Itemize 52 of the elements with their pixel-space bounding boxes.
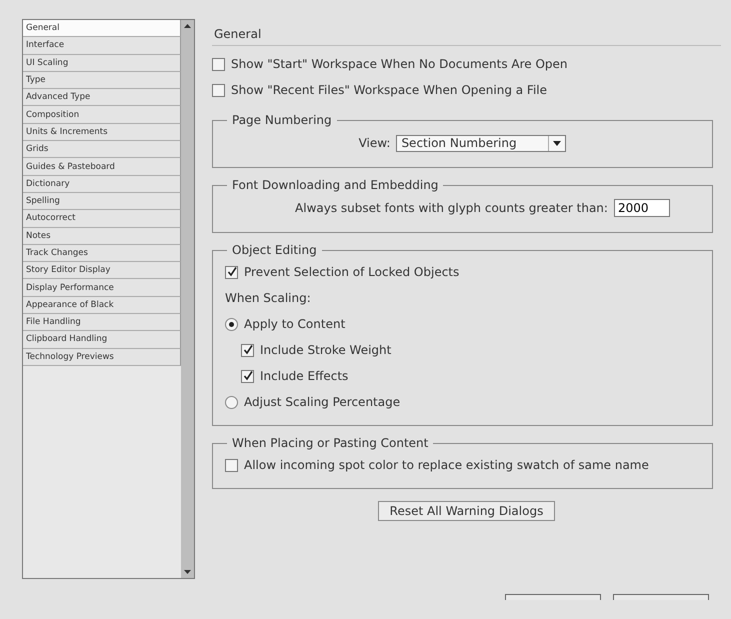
category-item[interactable]: Technology Previews: [23, 348, 181, 366]
checkbox[interactable]: [212, 84, 225, 96]
checkbox[interactable]: [241, 344, 254, 356]
category-item[interactable]: Dictionary: [23, 176, 181, 193]
group-title: When Placing or Pasting Content: [231, 436, 430, 450]
dialog-button[interactable]: [505, 594, 601, 600]
scroll-up-icon[interactable]: [184, 24, 191, 28]
checkbox[interactable]: [241, 370, 254, 382]
checkbox-label: Allow incoming spot color to replace existing swatch of same name: [244, 458, 649, 472]
category-item[interactable]: File Handling: [23, 314, 181, 332]
category-item[interactable]: General: [23, 20, 181, 38]
category-item[interactable]: Autocorrect: [23, 210, 181, 228]
category-item[interactable]: Guides & Pasteboard: [23, 158, 181, 176]
radio-button[interactable]: [225, 318, 238, 330]
reset-button[interactable]: Reset All Warning Dialogs: [378, 501, 556, 521]
category-item[interactable]: Type: [23, 72, 181, 90]
group-title: Page Numbering: [231, 113, 333, 127]
category-item[interactable]: UI Scaling: [23, 54, 181, 72]
checkbox-label: Include Effects: [260, 369, 348, 383]
category-item[interactable]: Story Editor Display: [23, 262, 181, 280]
category-item[interactable]: Appearance of Black: [23, 296, 181, 314]
category-item[interactable]: Units & Increments: [23, 124, 181, 142]
radio-button[interactable]: [225, 396, 238, 408]
group-title: Font Downloading and Embedding: [231, 178, 440, 192]
checkbox-label: Show "Recent Files" Workspace When Opening a File: [231, 83, 548, 97]
scrollbar[interactable]: [181, 20, 194, 578]
checkbox-label: Prevent Selection of Locked Objects: [244, 265, 460, 279]
category-item[interactable]: Spelling: [23, 192, 181, 210]
category-item[interactable]: Notes: [23, 228, 181, 245]
field-label: View:: [358, 136, 390, 150]
scroll-down-icon[interactable]: [184, 570, 191, 574]
radio-label: Adjust Scaling Percentage: [244, 395, 400, 409]
checkbox-label: Include Stroke Weight: [260, 343, 392, 357]
page-title: General: [212, 19, 721, 46]
number-field[interactable]: 2000: [614, 199, 670, 217]
category-item[interactable]: Composition: [23, 106, 181, 124]
category-item[interactable]: Clipboard Handling: [23, 331, 181, 349]
category-item[interactable]: Display Performance: [23, 279, 181, 297]
category-item[interactable]: Track Changes: [23, 244, 181, 262]
dialog-button[interactable]: [613, 594, 709, 600]
category-item[interactable]: Interface: [23, 37, 181, 55]
checkbox-label: Show "Start" Workspace When No Documents Are Open: [231, 57, 568, 71]
section-label: When Scaling:: [225, 291, 311, 305]
field-label: Always subset fonts with glyph counts greater than:: [295, 201, 608, 215]
radio-label: Apply to Content: [244, 317, 346, 331]
checkbox[interactable]: [212, 58, 225, 70]
checkbox[interactable]: [225, 458, 238, 472]
group-title: Object Editing: [231, 243, 318, 257]
category-item[interactable]: Advanced Type: [23, 89, 181, 106]
checkbox[interactable]: [225, 266, 238, 278]
view-dropdown[interactable]: Section Numbering: [396, 134, 566, 152]
category-item[interactable]: Grids: [23, 141, 181, 158]
